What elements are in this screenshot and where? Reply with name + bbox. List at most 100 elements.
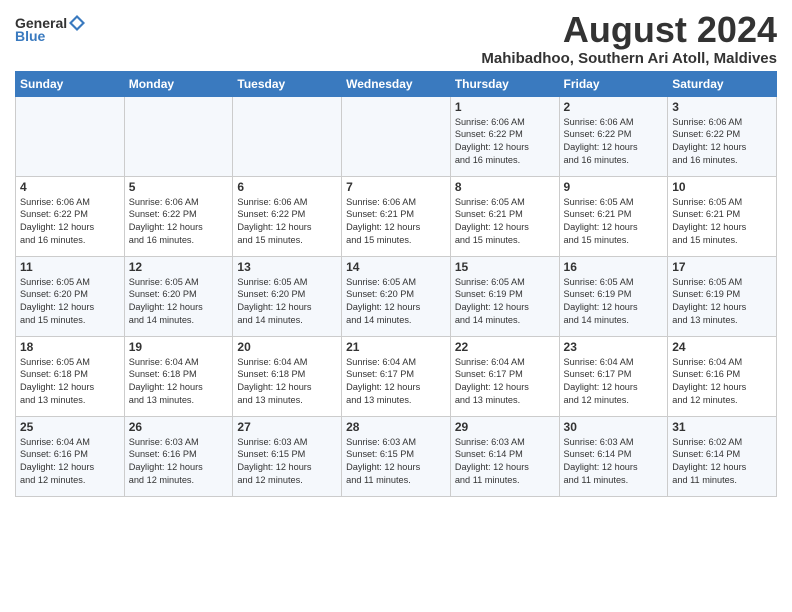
- day-info: Sunrise: 6:04 AMSunset: 6:17 PMDaylight:…: [564, 356, 664, 408]
- col-header-wednesday: Wednesday: [342, 71, 451, 96]
- day-cell: 5 Sunrise: 6:06 AMSunset: 6:22 PMDaylight…: [124, 176, 233, 256]
- day-cell: [124, 96, 233, 176]
- logo: General Blue: [15, 14, 87, 44]
- day-cell: 8 Sunrise: 6:05 AMSunset: 6:21 PMDaylight…: [450, 176, 559, 256]
- day-number: 28: [346, 420, 446, 434]
- day-cell: 24 Sunrise: 6:04 AMSunset: 6:16 PMDayligh…: [668, 336, 777, 416]
- day-info: Sunrise: 6:05 AMSunset: 6:18 PMDaylight:…: [20, 356, 120, 408]
- day-cell: 21 Sunrise: 6:04 AMSunset: 6:17 PMDayligh…: [342, 336, 451, 416]
- day-number: 17: [672, 260, 772, 274]
- col-header-monday: Monday: [124, 71, 233, 96]
- day-cell: 16Sunrise: 6:05 AMSunset: 6:19 PMDayligh…: [559, 256, 668, 336]
- day-info: Sunrise: 6:04 AMSunset: 6:16 PMDaylight:…: [672, 356, 772, 408]
- day-cell: [342, 96, 451, 176]
- day-info: Sunrise: 6:04 AMSunset: 6:17 PMDaylight:…: [455, 356, 555, 408]
- day-cell: [233, 96, 342, 176]
- day-number: 15: [455, 260, 555, 274]
- calendar-table: SundayMondayTuesdayWednesdayThursdayFrid…: [15, 71, 777, 497]
- location-subtitle: Mahibadhoo, Southern Ari Atoll, Maldives: [481, 50, 777, 67]
- day-number: 20: [237, 340, 337, 354]
- day-info: Sunrise: 6:03 AMSunset: 6:16 PMDaylight:…: [129, 436, 229, 488]
- week-row-3: 11Sunrise: 6:05 AMSunset: 6:20 PMDayligh…: [16, 256, 777, 336]
- day-number: 3: [672, 100, 772, 114]
- day-number: 27: [237, 420, 337, 434]
- day-cell: 30Sunrise: 6:03 AMSunset: 6:14 PMDayligh…: [559, 416, 668, 496]
- day-number: 6: [237, 180, 337, 194]
- day-number: 16: [564, 260, 664, 274]
- day-number: 23: [564, 340, 664, 354]
- title-block: August 2024 Mahibadhoo, Southern Ari Ato…: [481, 10, 777, 67]
- day-info: Sunrise: 6:04 AMSunset: 6:18 PMDaylight:…: [237, 356, 337, 408]
- day-info: Sunrise: 6:05 AMSunset: 6:21 PMDaylight:…: [455, 196, 555, 248]
- week-row-4: 18 Sunrise: 6:05 AMSunset: 6:18 PMDayligh…: [16, 336, 777, 416]
- day-cell: 2 Sunrise: 6:06 AMSunset: 6:22 PMDaylight…: [559, 96, 668, 176]
- day-cell: 11Sunrise: 6:05 AMSunset: 6:20 PMDayligh…: [16, 256, 125, 336]
- logo-text-block: General Blue: [15, 14, 87, 44]
- day-cell: 25 Sunrise: 6:04 AMSunset: 6:16 PMDayligh…: [16, 416, 125, 496]
- day-number: 21: [346, 340, 446, 354]
- day-cell: 20 Sunrise: 6:04 AMSunset: 6:18 PMDayligh…: [233, 336, 342, 416]
- main-container: General Blue August 2024 Mahibadhoo, Sou…: [0, 0, 792, 507]
- day-info: Sunrise: 6:06 AMSunset: 6:22 PMDaylight:…: [672, 116, 772, 168]
- header-row: SundayMondayTuesdayWednesdayThursdayFrid…: [16, 71, 777, 96]
- day-info: Sunrise: 6:05 AMSunset: 6:20 PMDaylight:…: [20, 276, 120, 328]
- day-cell: 1 Sunrise: 6:06 AMSunset: 6:22 PMDaylight…: [450, 96, 559, 176]
- day-cell: 13 Sunrise: 6:05 AMSunset: 6:20 PMDayligh…: [233, 256, 342, 336]
- day-info: Sunrise: 6:06 AMSunset: 6:21 PMDaylight:…: [346, 196, 446, 248]
- day-number: 7: [346, 180, 446, 194]
- day-number: 5: [129, 180, 229, 194]
- day-info: Sunrise: 6:06 AMSunset: 6:22 PMDaylight:…: [20, 196, 120, 248]
- day-cell: 7 Sunrise: 6:06 AMSunset: 6:21 PMDaylight…: [342, 176, 451, 256]
- header: General Blue August 2024 Mahibadhoo, Sou…: [15, 10, 777, 67]
- logo-flag-icon: [68, 14, 86, 32]
- day-number: 24: [672, 340, 772, 354]
- day-info: Sunrise: 6:06 AMSunset: 6:22 PMDaylight:…: [455, 116, 555, 168]
- day-cell: 23 Sunrise: 6:04 AMSunset: 6:17 PMDayligh…: [559, 336, 668, 416]
- day-number: 22: [455, 340, 555, 354]
- day-number: 10: [672, 180, 772, 194]
- day-info: Sunrise: 6:04 AMSunset: 6:17 PMDaylight:…: [346, 356, 446, 408]
- day-info: Sunrise: 6:05 AMSunset: 6:20 PMDaylight:…: [129, 276, 229, 328]
- day-info: Sunrise: 6:05 AMSunset: 6:21 PMDaylight:…: [672, 196, 772, 248]
- col-header-tuesday: Tuesday: [233, 71, 342, 96]
- day-cell: 28 Sunrise: 6:03 AMSunset: 6:15 PMDayligh…: [342, 416, 451, 496]
- day-info: Sunrise: 6:05 AMSunset: 6:19 PMDaylight:…: [455, 276, 555, 328]
- month-title: August 2024: [481, 10, 777, 50]
- day-info: Sunrise: 6:06 AMSunset: 6:22 PMDaylight:…: [564, 116, 664, 168]
- day-cell: 31Sunrise: 6:02 AMSunset: 6:14 PMDayligh…: [668, 416, 777, 496]
- day-info: Sunrise: 6:04 AMSunset: 6:16 PMDaylight:…: [20, 436, 120, 488]
- day-number: 19: [129, 340, 229, 354]
- day-info: Sunrise: 6:04 AMSunset: 6:18 PMDaylight:…: [129, 356, 229, 408]
- day-cell: [16, 96, 125, 176]
- day-number: 18: [20, 340, 120, 354]
- day-number: 2: [564, 100, 664, 114]
- day-number: 25: [20, 420, 120, 434]
- day-number: 31: [672, 420, 772, 434]
- col-header-sunday: Sunday: [16, 71, 125, 96]
- day-number: 8: [455, 180, 555, 194]
- day-cell: 17Sunrise: 6:05 AMSunset: 6:19 PMDayligh…: [668, 256, 777, 336]
- day-cell: 15 Sunrise: 6:05 AMSunset: 6:19 PMDayligh…: [450, 256, 559, 336]
- day-cell: 26Sunrise: 6:03 AMSunset: 6:16 PMDayligh…: [124, 416, 233, 496]
- day-number: 14: [346, 260, 446, 274]
- day-number: 4: [20, 180, 120, 194]
- col-header-thursday: Thursday: [450, 71, 559, 96]
- day-number: 30: [564, 420, 664, 434]
- day-number: 1: [455, 100, 555, 114]
- day-number: 12: [129, 260, 229, 274]
- day-cell: 22 Sunrise: 6:04 AMSunset: 6:17 PMDayligh…: [450, 336, 559, 416]
- day-cell: 14Sunrise: 6:05 AMSunset: 6:20 PMDayligh…: [342, 256, 451, 336]
- day-info: Sunrise: 6:05 AMSunset: 6:20 PMDaylight:…: [237, 276, 337, 328]
- week-row-1: 1 Sunrise: 6:06 AMSunset: 6:22 PMDaylight…: [16, 96, 777, 176]
- day-info: Sunrise: 6:03 AMSunset: 6:15 PMDaylight:…: [346, 436, 446, 488]
- col-header-saturday: Saturday: [668, 71, 777, 96]
- day-info: Sunrise: 6:06 AMSunset: 6:22 PMDaylight:…: [237, 196, 337, 248]
- day-cell: 27Sunrise: 6:03 AMSunset: 6:15 PMDayligh…: [233, 416, 342, 496]
- day-info: Sunrise: 6:06 AMSunset: 6:22 PMDaylight:…: [129, 196, 229, 248]
- day-cell: 10 Sunrise: 6:05 AMSunset: 6:21 PMDayligh…: [668, 176, 777, 256]
- day-number: 29: [455, 420, 555, 434]
- day-number: 13: [237, 260, 337, 274]
- day-number: 9: [564, 180, 664, 194]
- col-header-friday: Friday: [559, 71, 668, 96]
- day-cell: 4 Sunrise: 6:06 AMSunset: 6:22 PMDaylight…: [16, 176, 125, 256]
